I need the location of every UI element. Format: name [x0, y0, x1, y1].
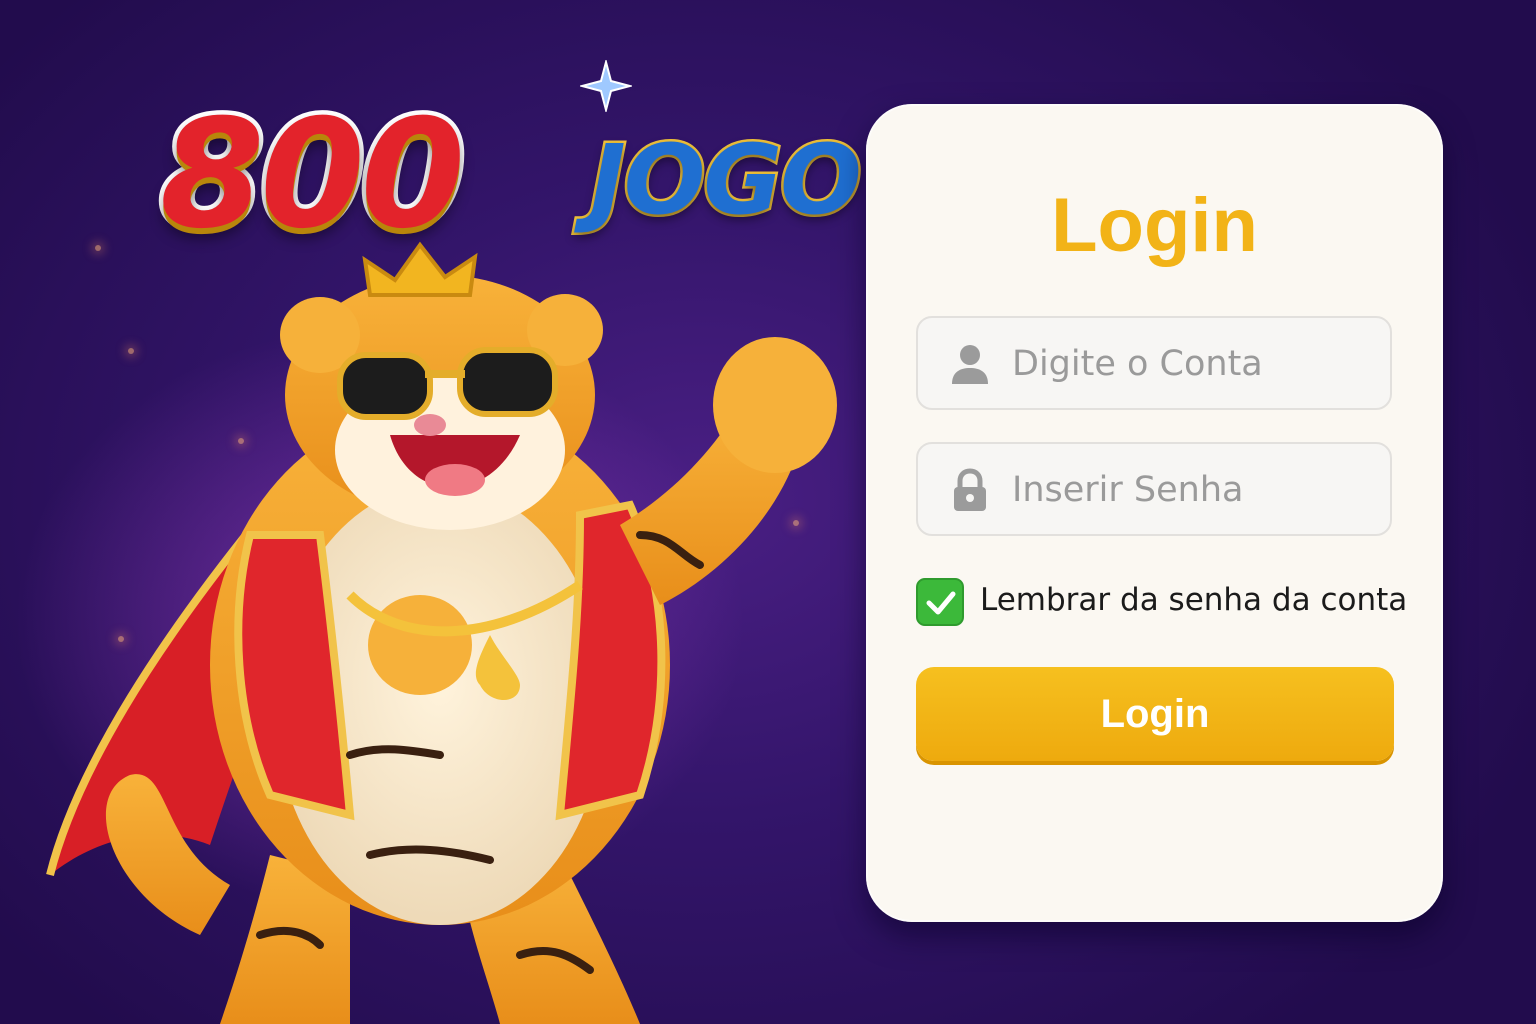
password-input[interactable]: [1010, 444, 1374, 536]
logo-number: 800: [155, 88, 469, 262]
remember-row: Lembrar da senha da conta: [916, 578, 1407, 628]
brand-logo: 800 JOGO: [150, 40, 940, 260]
lock-icon: [954, 468, 986, 511]
login-button[interactable]: Login: [916, 667, 1394, 761]
account-field[interactable]: [916, 316, 1392, 410]
login-card: Login Lembrar da senha da conta Login: [866, 104, 1443, 922]
remember-checkbox[interactable]: [916, 578, 964, 626]
tiger-king-mascot: [46, 241, 837, 1024]
logo-word: JOGO: [588, 124, 865, 236]
user-icon: [952, 345, 988, 384]
checkmark-icon: [926, 591, 956, 615]
remember-label[interactable]: Lembrar da senha da conta: [980, 582, 1407, 618]
star-icon: [580, 60, 632, 112]
login-title: Login: [1051, 183, 1258, 268]
account-input[interactable]: [1010, 318, 1374, 410]
password-field[interactable]: [916, 442, 1392, 536]
